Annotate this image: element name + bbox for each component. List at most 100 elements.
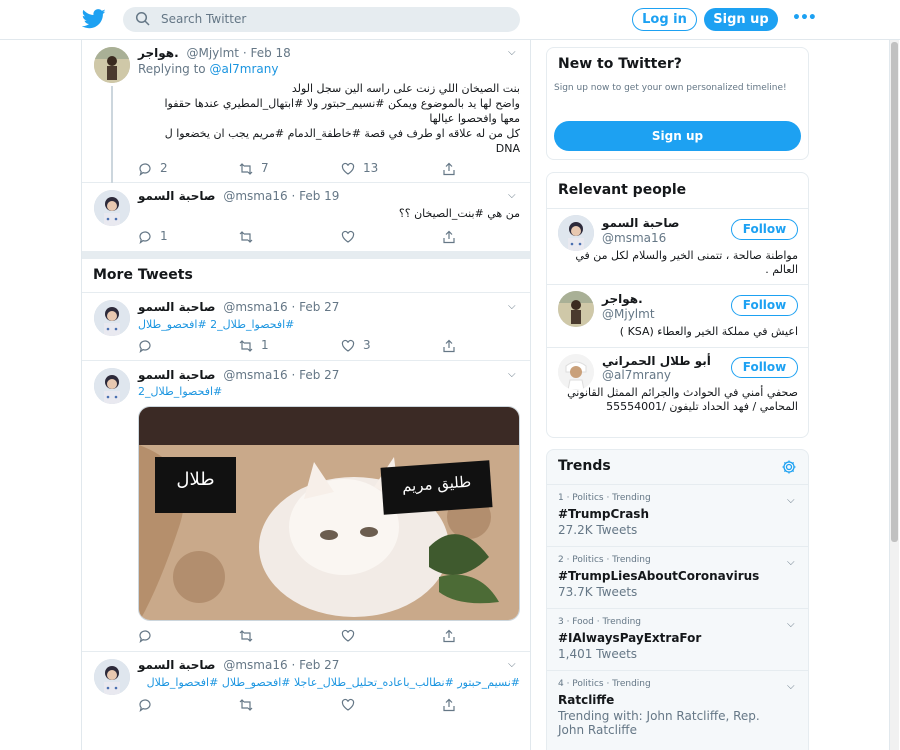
follow-button[interactable]: Follow: [731, 357, 798, 378]
trend-meta: 4 · Politics · Trending: [558, 679, 651, 689]
tweet[interactable]: صاحبة السمو @msma16 · Feb 27 ⌵ #نسيم_حبت…: [82, 652, 530, 750]
replying-to: Replying to @al7mrany: [138, 62, 279, 76]
tweet-date[interactable]: · Feb 27: [291, 658, 339, 672]
avatar[interactable]: [94, 368, 130, 404]
share-icon: [443, 230, 455, 244]
timeline: هواجر. @Mjylmt · Feb 18 ⌵ Replying to @a…: [81, 40, 531, 750]
retweet-count: 1: [261, 338, 269, 352]
share-icon: [443, 162, 455, 176]
tweet-author-handle[interactable]: @msma16: [223, 189, 287, 203]
tweet-author-name[interactable]: صاحبة السمو: [138, 368, 216, 382]
person-item[interactable]: هواجر. @Mjylmt Follow اعيش في مملكة الخي…: [547, 284, 808, 347]
signup-button[interactable]: Sign up: [704, 8, 778, 31]
tweet-date[interactable]: · Feb 18: [243, 46, 291, 60]
reply-icon: [139, 340, 151, 353]
tweet[interactable]: صاحبة السمو @msma16 · Feb 19 ⌵ من هي #بن…: [82, 183, 530, 251]
reply-icon: [139, 699, 151, 712]
tweet[interactable]: صاحبة السمو @msma16 · Feb 27 ⌵ #افحصوا_ط…: [82, 292, 530, 361]
tweet-author-handle[interactable]: @Mjylmt: [186, 46, 239, 60]
chevron-down-icon[interactable]: ⌵: [508, 369, 520, 381]
person-name[interactable]: أبو طلال الحمراني: [602, 354, 711, 368]
signup-button-sidebar[interactable]: Sign up: [554, 121, 801, 151]
trend-name[interactable]: Ratcliffe: [558, 693, 614, 707]
chevron-down-icon[interactable]: ⌵: [508, 47, 520, 59]
reply-count: 1: [160, 229, 168, 243]
tweet-actions: 2 7 13: [138, 161, 468, 177]
person-name[interactable]: هواجر.: [602, 292, 643, 306]
trend-name[interactable]: #IAlwaysPayExtraFor: [558, 631, 701, 645]
retweet-icon: [239, 630, 253, 642]
person-handle[interactable]: @Mjylmt: [602, 307, 655, 321]
person-handle[interactable]: @msma16: [602, 231, 666, 245]
chevron-down-icon[interactable]: ⌵: [787, 557, 795, 568]
replying-to-handle[interactable]: @al7mrany: [209, 62, 278, 76]
tweet-hashtags[interactable]: #نسيم_حبتور #نطالب_باعاده_تحليل_طلال_عاج…: [138, 675, 520, 690]
tweet-author-name[interactable]: صاحبة السمو: [138, 300, 216, 314]
tweet-date[interactable]: · Feb 19: [291, 189, 339, 203]
chevron-down-icon[interactable]: ⌵: [787, 619, 795, 630]
thread-line: [111, 86, 113, 183]
person-item[interactable]: صاحبة السمو @msma16 Follow مواطنة صالحة …: [547, 208, 808, 284]
avatar[interactable]: [558, 291, 594, 327]
person-name[interactable]: صاحبة السمو: [602, 216, 680, 230]
avatar[interactable]: [94, 190, 130, 226]
chevron-down-icon[interactable]: ⌵: [508, 659, 520, 671]
more-dots-icon[interactable]: •••: [792, 10, 817, 28]
avatar[interactable]: [94, 659, 130, 695]
login-button[interactable]: Log in: [632, 8, 697, 31]
tweet-actions: 1 3: [138, 338, 468, 354]
chevron-down-icon[interactable]: ⌵: [787, 681, 795, 692]
share-icon: [443, 698, 455, 712]
follow-button[interactable]: Follow: [731, 295, 798, 316]
scrollbar-thumb[interactable]: [891, 42, 898, 542]
retweet-count: 7: [261, 161, 269, 175]
settings-gear-icon[interactable]: [781, 459, 797, 475]
tweet-date[interactable]: · Feb 27: [291, 300, 339, 314]
trend-name[interactable]: #TrumpLiesAboutCoronavirus: [558, 569, 759, 583]
search-icon: [135, 11, 150, 26]
chevron-down-icon[interactable]: ⌵: [508, 301, 520, 313]
trend-count: Trending with: John Ratcliffe, Rep. John…: [558, 709, 760, 737]
person-item[interactable]: أبو طلال الحمراني @al7mrany Follow صحفي …: [547, 347, 808, 437]
tweet-author-name[interactable]: هواجر.: [138, 46, 179, 60]
like-icon: [341, 230, 355, 243]
person-handle[interactable]: @al7mrany: [602, 368, 671, 382]
media-label-talal: طلال: [176, 469, 215, 490]
twitter-bird-icon[interactable]: [82, 9, 106, 29]
tweet-author-name[interactable]: صاحبة السمو: [138, 658, 216, 672]
person-bio: اعيش في مملكة الخير والعطاء (KSA ): [619, 325, 798, 338]
chevron-down-icon[interactable]: ⌵: [508, 190, 520, 202]
trend-item[interactable]: 2 · Politics · Trending #TrumpLiesAboutC…: [547, 546, 808, 608]
tweet[interactable]: هواجر. @Mjylmt · Feb 18 ⌵ Replying to @a…: [82, 40, 530, 183]
trend-name[interactable]: #TrumpCrash: [558, 507, 649, 521]
reply-icon: [139, 231, 151, 244]
trend-item[interactable]: 4 · Politics · Trending Ratcliffe Trendi…: [547, 670, 808, 750]
avatar[interactable]: [558, 215, 594, 251]
new-to-twitter-title: New to Twitter?: [558, 56, 682, 72]
avatar[interactable]: [94, 47, 130, 83]
tweet-date[interactable]: · Feb 27: [291, 368, 339, 382]
like-count: 3: [363, 338, 371, 352]
chevron-down-icon[interactable]: ⌵: [787, 495, 795, 506]
reply-icon: [139, 163, 151, 176]
tweet-media-image[interactable]: طلال طليق مريم: [138, 406, 520, 621]
search-input[interactable]: Search Twitter: [123, 7, 520, 32]
tweet-author-name[interactable]: صاحبة السمو: [138, 189, 216, 203]
avatar[interactable]: [94, 300, 130, 336]
tweet-author-handle[interactable]: @msma16: [223, 368, 287, 382]
like-icon: [341, 339, 355, 352]
avatar[interactable]: [558, 354, 594, 390]
tweet[interactable]: صاحبة السمو @msma16 · Feb 27 ⌵ #افحصوا_ط…: [82, 361, 530, 652]
trend-item[interactable]: 1 · Politics · Trending #TrumpCrash 27.2…: [547, 484, 808, 546]
tweet-hashtags[interactable]: #افحصوا_طلال_2: [138, 384, 222, 399]
trend-item[interactable]: 3 · Food · Trending #IAlwaysPayExtraFor …: [547, 608, 808, 670]
follow-button[interactable]: Follow: [731, 219, 798, 240]
tweet-author-handle[interactable]: @msma16: [223, 658, 287, 672]
tweet-hashtags[interactable]: #افحصوا_طلال_2 #افحصو_طلال: [138, 317, 294, 332]
trends-title: Trends: [558, 458, 611, 474]
tweet-author-handle[interactable]: @msma16: [223, 300, 287, 314]
retweet-icon: [239, 231, 253, 243]
cat-photo: [139, 407, 519, 620]
more-tweets-heading: More Tweets: [93, 267, 193, 283]
share-icon: [443, 339, 455, 353]
